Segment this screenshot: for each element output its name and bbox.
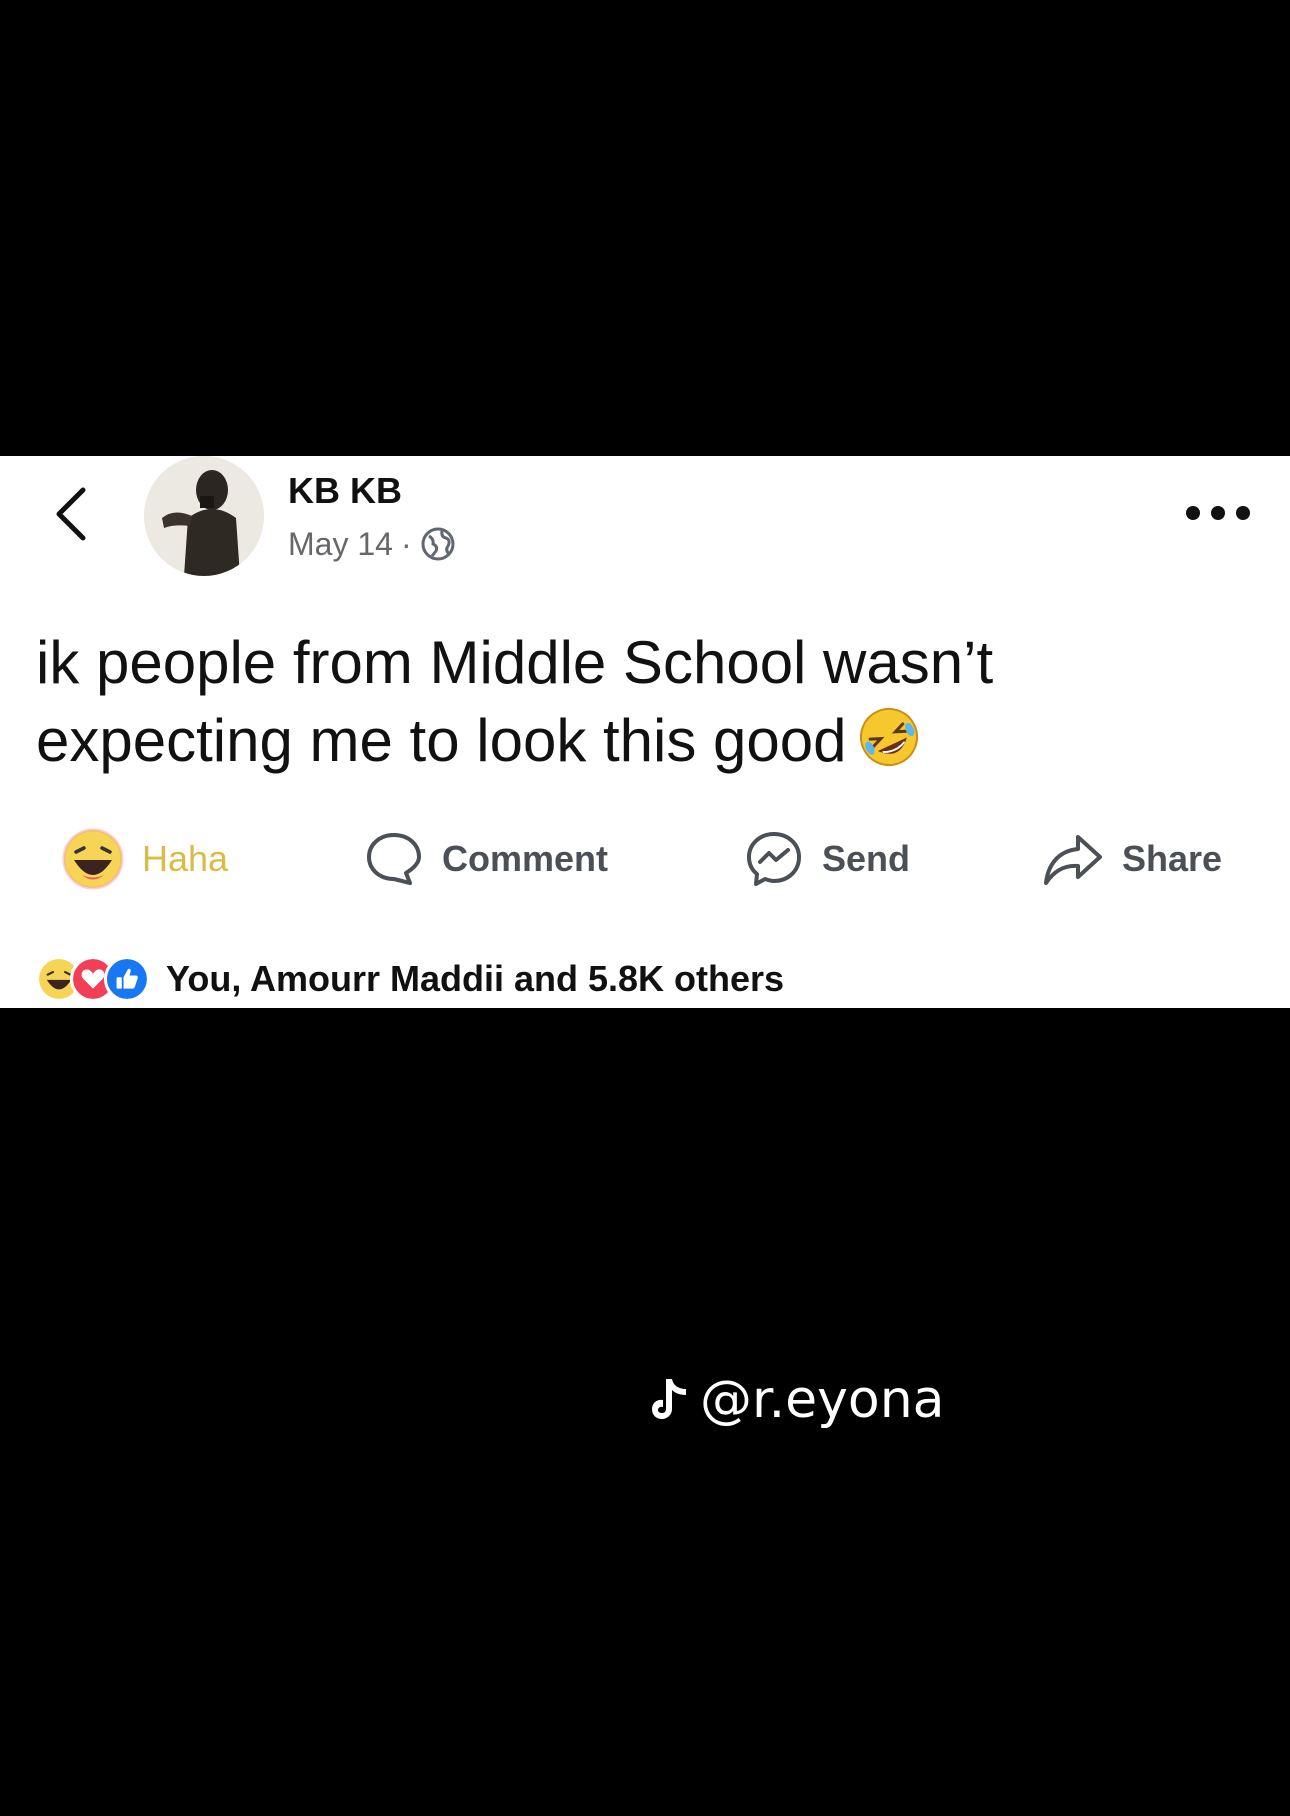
tiktok-watermark: @r.eyona (646, 1368, 945, 1432)
share-label: Share (1122, 838, 1223, 879)
post-body-text: ik people from Middle School wasn’t expe… (36, 629, 994, 774)
tiktok-icon (652, 1379, 686, 1419)
back-button[interactable] (46, 484, 96, 544)
comment-label: Comment (442, 838, 609, 879)
profile-photo (144, 456, 264, 576)
more-options-button[interactable] (1186, 496, 1250, 530)
like-icon (104, 956, 150, 1002)
reaction-icons (36, 956, 150, 1002)
globe-icon (421, 527, 455, 561)
share-button[interactable]: Share (1042, 824, 1222, 894)
share-arrow-icon (1044, 835, 1102, 885)
reactions-summary-text: You, Amourr Maddii and 5.8K others (166, 958, 785, 999)
haha-icon (62, 828, 124, 890)
post-meta: May 14 · (288, 524, 456, 564)
more-dot (1236, 506, 1250, 520)
messenger-icon (747, 832, 801, 886)
chevron-left-icon (56, 487, 86, 541)
reactions-summary[interactable]: You, Amourr Maddii and 5.8K others (36, 954, 784, 1004)
comment-button[interactable]: Comment (364, 824, 608, 894)
rolling-laughing-emoji-icon (859, 708, 918, 766)
comment-icon (367, 833, 421, 885)
send-label: Send (822, 838, 911, 879)
haha-label: Haha (142, 838, 229, 879)
more-dot (1186, 506, 1200, 520)
haha-reaction-button[interactable]: Haha (62, 824, 228, 894)
avatar[interactable] (144, 456, 264, 576)
post-text: ik people from Middle School wasn’t expe… (36, 624, 1236, 780)
send-button[interactable]: Send (744, 824, 910, 894)
more-dot (1211, 506, 1225, 520)
tiktok-handle: @r.eyona (700, 1370, 945, 1430)
author-name[interactable]: KB KB (288, 470, 402, 512)
post-date[interactable]: May 14 (288, 526, 393, 563)
meta-separator: · (400, 525, 412, 562)
